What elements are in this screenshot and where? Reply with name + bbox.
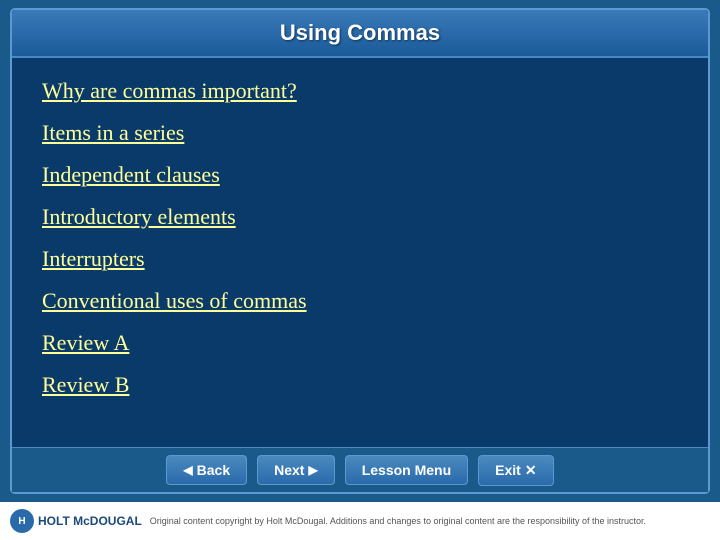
exit-button[interactable]: Exit ✕ [478,455,553,486]
logo-icon: H [10,509,34,533]
back-button[interactable]: ◀ Back [166,455,247,485]
nav-bar: ◀ Back Next ▶ Lesson Menu Exit ✕ [12,447,708,492]
title-bar: Using Commas [12,10,708,58]
menu-item-review-a[interactable]: Review A [42,322,678,364]
menu-item-why-commas[interactable]: Why are commas important? [42,70,678,112]
menu-item-review-b[interactable]: Review B [42,364,678,406]
next-arrow-icon: ▶ [308,463,317,477]
footer-logo: H HOLT McDOUGAL [10,509,142,533]
menu-item-conventional-uses[interactable]: Conventional uses of commas [42,280,678,322]
lesson-menu-button[interactable]: Lesson Menu [345,455,468,485]
menu-item-introductory-elements[interactable]: Introductory elements [42,196,678,238]
page-wrapper: Using Commas Why are commas important?It… [0,0,720,540]
menu-item-interrupters[interactable]: Interrupters [42,238,678,280]
logo-text: HOLT McDOUGAL [38,514,142,528]
page-title: Using Commas [280,20,440,45]
footer-bar: H HOLT McDOUGAL Original content copyrig… [0,502,720,540]
exit-x-icon: ✕ [525,462,537,479]
next-button[interactable]: Next ▶ [257,455,335,485]
menu-list: Why are commas important?Items in a seri… [12,58,708,418]
footer-copyright: Original content copyright by Holt McDou… [150,516,710,526]
menu-item-items-series[interactable]: Items in a series [42,112,678,154]
back-arrow-icon: ◀ [183,463,192,477]
main-panel: Using Commas Why are commas important?It… [10,8,710,494]
menu-item-independent-clauses[interactable]: Independent clauses [42,154,678,196]
